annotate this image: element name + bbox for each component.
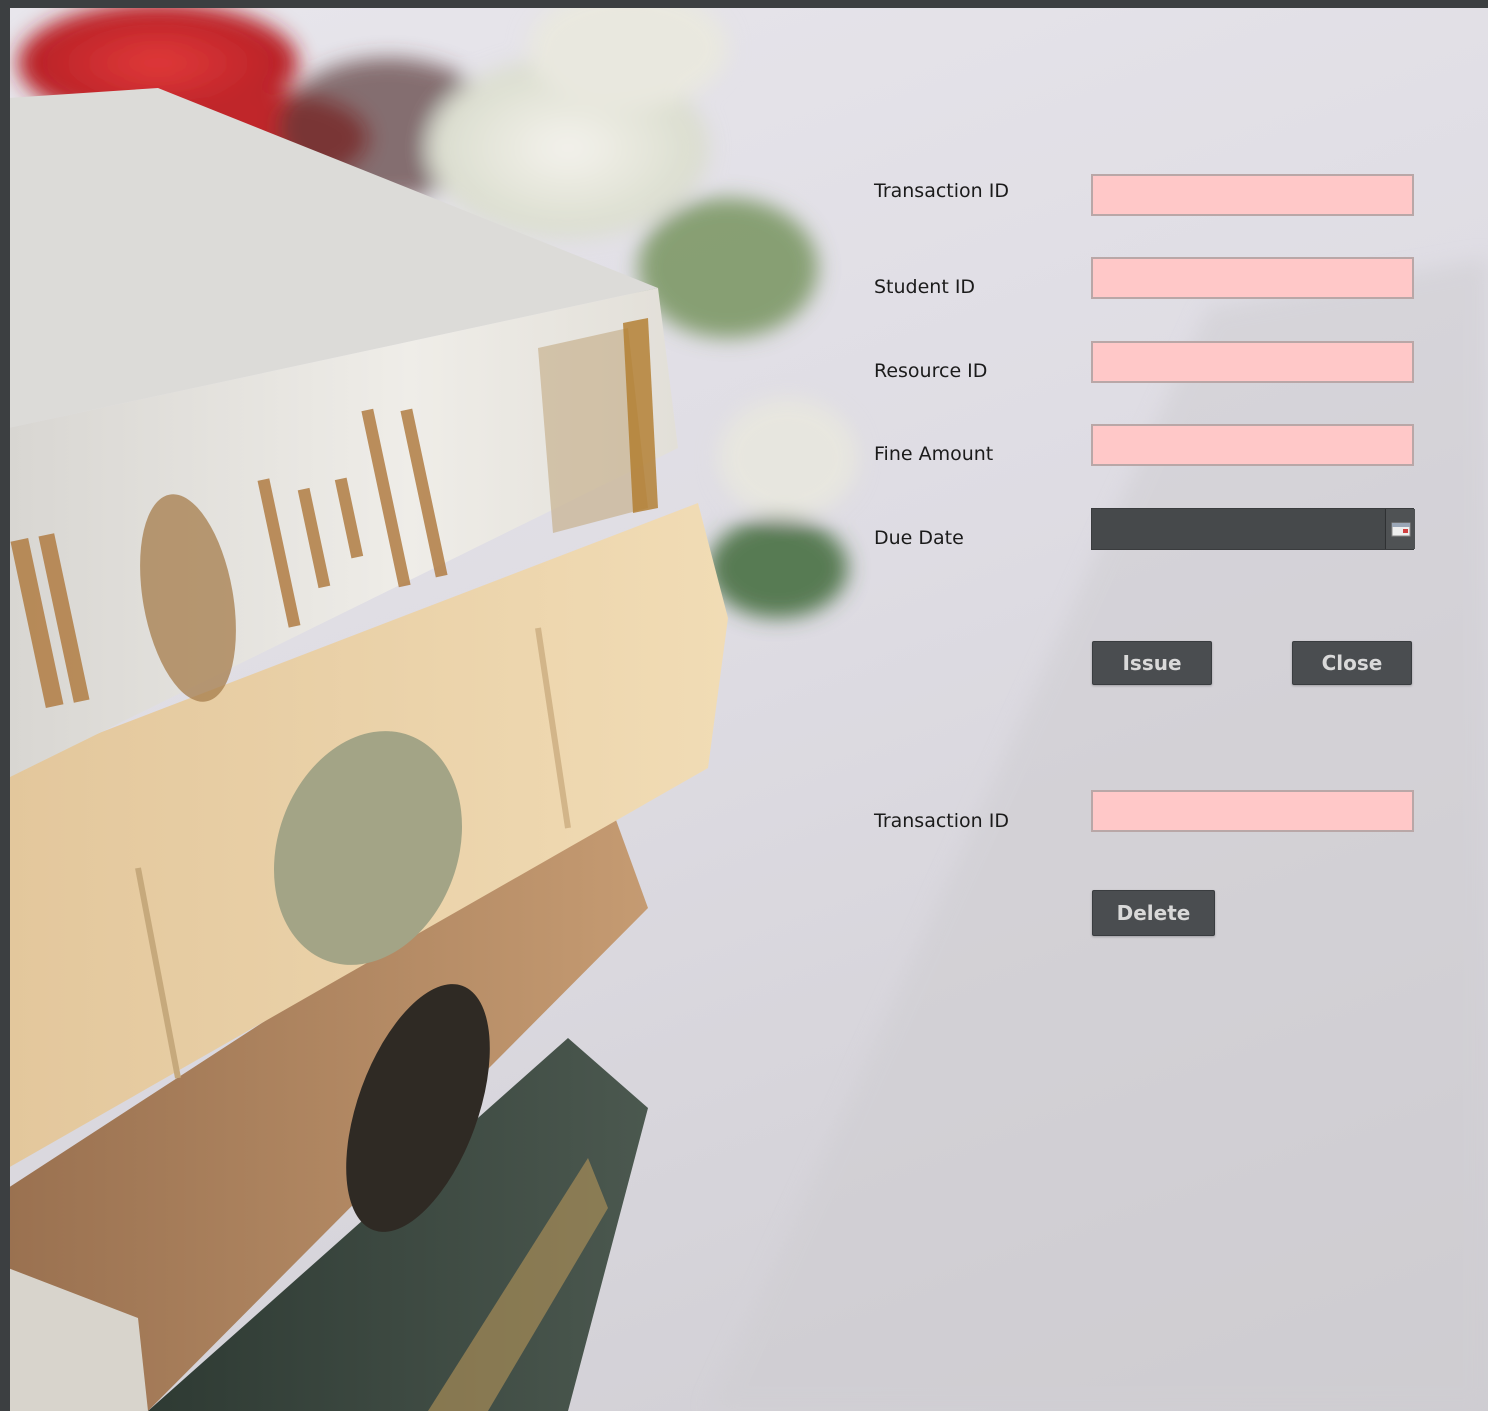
delete-transaction-id-label: Transaction ID — [874, 810, 1009, 832]
close-button[interactable]: Close — [1292, 641, 1412, 685]
fine-amount-input[interactable] — [1091, 424, 1414, 466]
student-id-label: Student ID — [874, 276, 976, 298]
due-date-label: Due Date — [874, 527, 964, 549]
due-date-input[interactable] — [1092, 509, 1384, 549]
transaction-window: Transaction ID Student ID Resource ID Fi… — [8, 8, 1488, 1411]
calendar-icon — [1391, 522, 1410, 537]
transaction-id-label: Transaction ID — [874, 180, 1009, 202]
background-books-image — [8, 8, 1488, 1411]
transaction-id-input[interactable] — [1091, 174, 1414, 216]
fine-amount-label: Fine Amount — [874, 443, 994, 465]
issue-button[interactable]: Issue — [1092, 641, 1212, 685]
delete-transaction-id-input[interactable] — [1091, 790, 1414, 832]
delete-button[interactable]: Delete — [1092, 890, 1215, 936]
resource-id-input[interactable] — [1091, 341, 1414, 383]
resource-id-label: Resource ID — [874, 360, 988, 382]
student-id-input[interactable] — [1091, 257, 1414, 299]
due-date-picker — [1091, 508, 1415, 550]
date-picker-button[interactable] — [1385, 509, 1415, 549]
